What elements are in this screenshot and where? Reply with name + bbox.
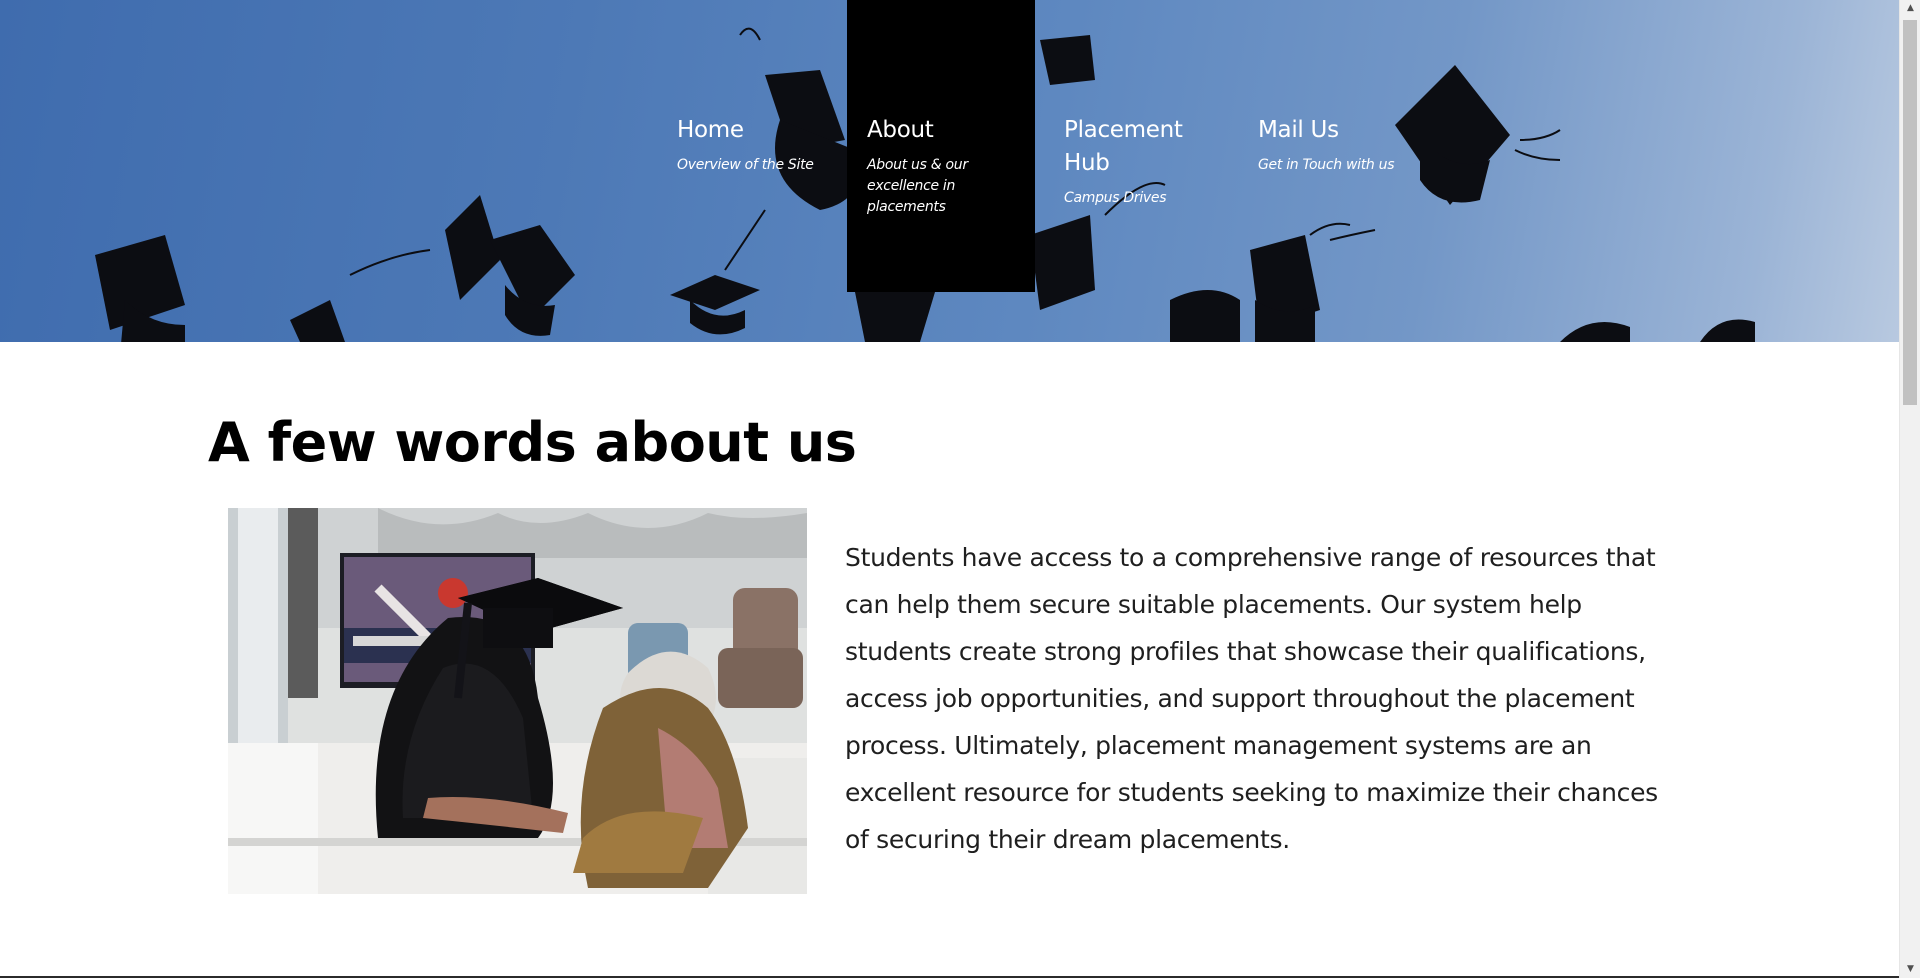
scroll-up-arrow-icon[interactable]: ▲ <box>1900 0 1920 17</box>
about-description: Students have access to a comprehensive … <box>845 543 1658 854</box>
main-navigation: Home Overview of the Site About About us… <box>0 0 1899 342</box>
nav-item-about[interactable]: About About us & our excellence in place… <box>847 0 1035 292</box>
page-heading: A few words about us <box>208 411 857 474</box>
about-photo <box>228 508 807 894</box>
nav-home-subtitle: Overview of the Site <box>677 157 814 173</box>
nav-item-placement-hub[interactable]: Placement Hub Campus Drives <box>1044 0 1224 292</box>
nav-item-mail-us[interactable]: Mail Us Get in Touch with us <box>1238 0 1438 292</box>
nav-mail-us-title[interactable]: Mail Us <box>1258 114 1418 147</box>
scroll-down-arrow-icon[interactable]: ▼ <box>1900 961 1920 978</box>
nav-mail-us-subtitle: Get in Touch with us <box>1258 157 1395 173</box>
nav-home-title[interactable]: Home <box>677 114 825 147</box>
vertical-scrollbar[interactable]: ▲ ▼ <box>1899 0 1920 978</box>
hero-banner: Home Overview of the Site About About us… <box>0 0 1899 342</box>
nav-about-subtitle: About us & our excellence in placements <box>867 157 968 215</box>
nav-placement-hub-subtitle: Campus Drives <box>1064 190 1167 206</box>
nav-item-home[interactable]: Home Overview of the Site <box>657 0 845 292</box>
scrollbar-thumb[interactable] <box>1903 20 1917 405</box>
graduate-with-grandmother-image <box>228 508 807 894</box>
nav-placement-hub-title[interactable]: Placement Hub <box>1064 114 1204 180</box>
nav-about-title[interactable]: About <box>867 114 1015 147</box>
